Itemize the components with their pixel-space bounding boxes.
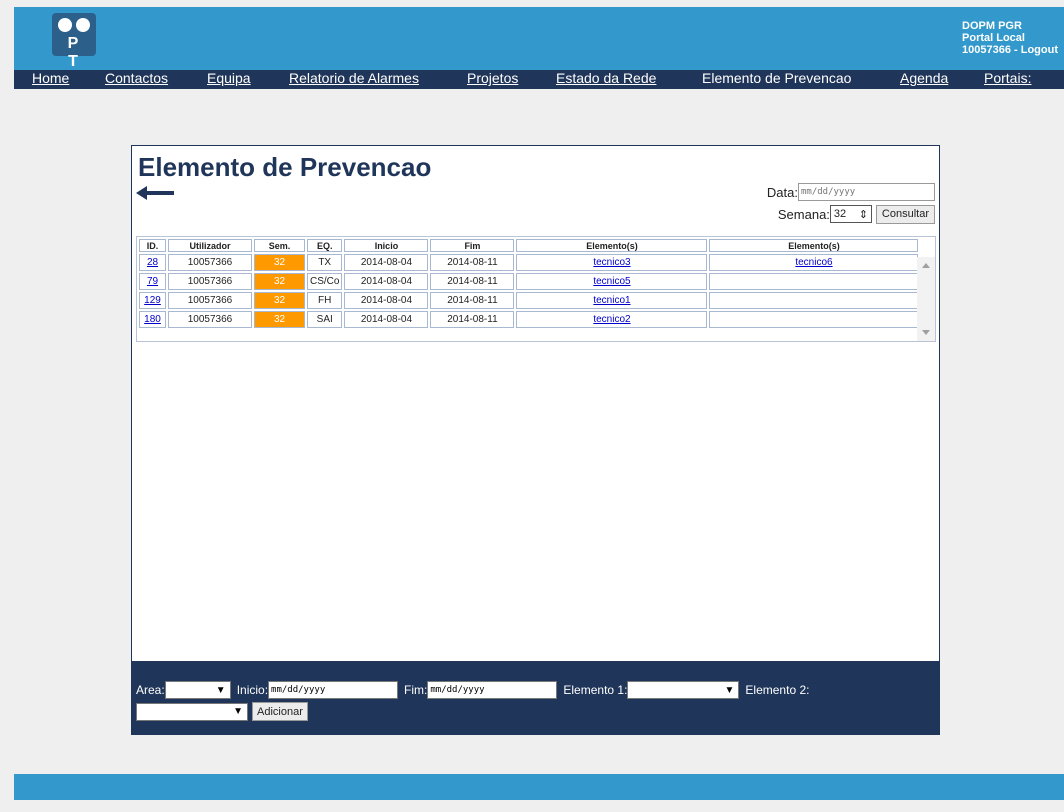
- inicio-label: Inicio:: [236, 683, 269, 697]
- row-inicio: 2014-08-04: [344, 311, 429, 328]
- query-form: Data: Semana: 32 ⇕ Consultar: [765, 182, 935, 224]
- table-row: 129 10057366 32 FH 2014-08-04 2014-08-11…: [139, 292, 919, 309]
- elemento1-select[interactable]: ▼: [627, 681, 740, 699]
- dropdown-arrow-icon: ▼: [724, 684, 735, 696]
- row-id-link[interactable]: 180: [144, 314, 161, 325]
- col-id: ID.: [139, 239, 166, 252]
- table-row: 28 10057366 32 TX 2014-08-04 2014-08-11 …: [139, 254, 919, 271]
- row-eq: SAI: [307, 311, 343, 328]
- user-logout-link[interactable]: 10057366 - Logout: [962, 44, 1058, 56]
- pt-logo[interactable]: P T: [52, 13, 96, 70]
- table-row: 79 10057366 32 CS/Co 2014-08-04 2014-08-…: [139, 273, 919, 290]
- row-eq: CS/Co: [307, 273, 343, 290]
- table-header-row: ID. Utilizador Sem. EQ. Inicio Fim Eleme…: [139, 239, 919, 252]
- footer-bar: [14, 774, 1064, 800]
- col-utilizador: Utilizador: [168, 239, 252, 252]
- row-fim: 2014-08-11: [430, 292, 515, 309]
- row-inicio: 2014-08-04: [344, 292, 429, 309]
- dropdown-arrow-icon: ▼: [215, 684, 226, 696]
- row-id-link[interactable]: 28: [147, 257, 158, 268]
- semana-value: 32: [833, 208, 847, 220]
- row-id-link[interactable]: 129: [144, 295, 161, 306]
- nav-elemento-prevencao[interactable]: Elemento de Prevencao: [702, 70, 851, 86]
- area-label: Area:: [136, 683, 165, 697]
- logo-dot-icon: [58, 18, 72, 32]
- row-inicio: 2014-08-04: [344, 273, 429, 290]
- table-scrollbar[interactable]: [917, 257, 935, 341]
- inicio-input[interactable]: mm/dd/yyyy: [268, 681, 399, 699]
- top-strip: [0, 0, 1064, 7]
- stepper-arrows-icon[interactable]: ⇕: [859, 208, 868, 221]
- row-fim: 2014-08-11: [430, 311, 515, 328]
- row-fim: 2014-08-11: [430, 273, 515, 290]
- page-title: Elemento de Prevencao: [138, 152, 432, 182]
- table-row: 180 10057366 32 SAI 2014-08-04 2014-08-1…: [139, 311, 919, 328]
- scroll-up-icon[interactable]: [922, 263, 930, 268]
- elemento1-label: Elemento 1:: [563, 683, 628, 697]
- main-panel: Elemento de Prevencao Data: Semana: 32 ⇕…: [131, 145, 940, 735]
- col-eq: EQ.: [307, 239, 343, 252]
- nav-estado-rede[interactable]: Estado da Rede: [556, 70, 656, 86]
- row-inicio: 2014-08-04: [344, 254, 429, 271]
- add-prevencao-form: Area: ▼ Inicio: mm/dd/yyyy Fim: mm/dd/yy…: [132, 661, 939, 735]
- elemento2-select[interactable]: ▼: [136, 702, 248, 721]
- data-label: Data:: [766, 184, 798, 200]
- logo-letters: P T: [67, 35, 87, 70]
- row-sem: 32: [254, 311, 305, 328]
- row-user: 10057366: [168, 292, 252, 309]
- row-eq: TX: [307, 254, 343, 271]
- dropdown-arrow-icon: ▼: [233, 706, 243, 717]
- row-id-link[interactable]: 79: [147, 276, 158, 287]
- row-elemento1-link[interactable]: tecnico5: [593, 276, 630, 287]
- semana-label: Semana:: [777, 206, 830, 222]
- row-sem: 32: [254, 273, 305, 290]
- nav-equipa[interactable]: Equipa: [207, 70, 251, 86]
- adicionar-button[interactable]: Adicionar: [252, 702, 308, 721]
- row-user: 10057366: [168, 273, 252, 290]
- nav-portais[interactable]: Portais:: [984, 70, 1031, 86]
- user-org: DOPM PGR: [962, 20, 1022, 32]
- nav-projetos[interactable]: Projetos: [467, 70, 518, 86]
- col-fim: Fim: [430, 239, 515, 252]
- row-elemento1-link[interactable]: tecnico2: [593, 314, 630, 325]
- col-elemento1: Elemento(s): [516, 239, 708, 252]
- fim-input[interactable]: mm/dd/yyyy: [427, 681, 558, 699]
- row-sem: 32: [254, 292, 305, 309]
- row-elemento2-link[interactable]: tecnico6: [795, 257, 832, 268]
- user-box: DOPM PGR Portal Local 10057366 - Logout: [962, 20, 1058, 56]
- col-elemento2: Elemento(s): [709, 239, 919, 252]
- semana-stepper[interactable]: 32 ⇕: [829, 205, 872, 223]
- elemento2-label: Elemento 2:: [745, 683, 810, 697]
- data-input[interactable]: [798, 183, 935, 201]
- row-user: 10057366: [168, 254, 252, 271]
- prevencao-table: ID. Utilizador Sem. EQ. Inicio Fim Eleme…: [136, 236, 936, 342]
- col-inicio: Inicio: [344, 239, 429, 252]
- user-portal: Portal Local: [962, 32, 1025, 44]
- nav-relatorio-alarmes[interactable]: Relatorio de Alarmes: [289, 70, 419, 86]
- row-sem: 32: [254, 254, 305, 271]
- consultar-button[interactable]: Consultar: [875, 204, 935, 224]
- row-user: 10057366: [168, 311, 252, 328]
- scroll-down-icon[interactable]: [922, 330, 930, 335]
- row-eq: FH: [307, 292, 343, 309]
- logo-dot-icon: [76, 18, 90, 32]
- nav-home[interactable]: Home: [32, 70, 69, 86]
- row-fim: 2014-08-11: [430, 254, 515, 271]
- col-sem: Sem.: [254, 239, 305, 252]
- fim-label: Fim:: [404, 683, 428, 697]
- nav-agenda[interactable]: Agenda: [900, 70, 948, 86]
- fim-placeholder: mm/dd/yyyy: [430, 685, 485, 695]
- row-elemento1-link[interactable]: tecnico3: [593, 257, 630, 268]
- main-nav: Home Contactos Equipa Relatorio de Alarm…: [14, 70, 1064, 89]
- area-select[interactable]: ▼: [164, 681, 231, 699]
- nav-contactos[interactable]: Contactos: [105, 70, 168, 86]
- row-elemento1-link[interactable]: tecnico1: [593, 295, 630, 306]
- back-arrow-icon[interactable]: [136, 186, 176, 200]
- inicio-placeholder: mm/dd/yyyy: [271, 685, 326, 695]
